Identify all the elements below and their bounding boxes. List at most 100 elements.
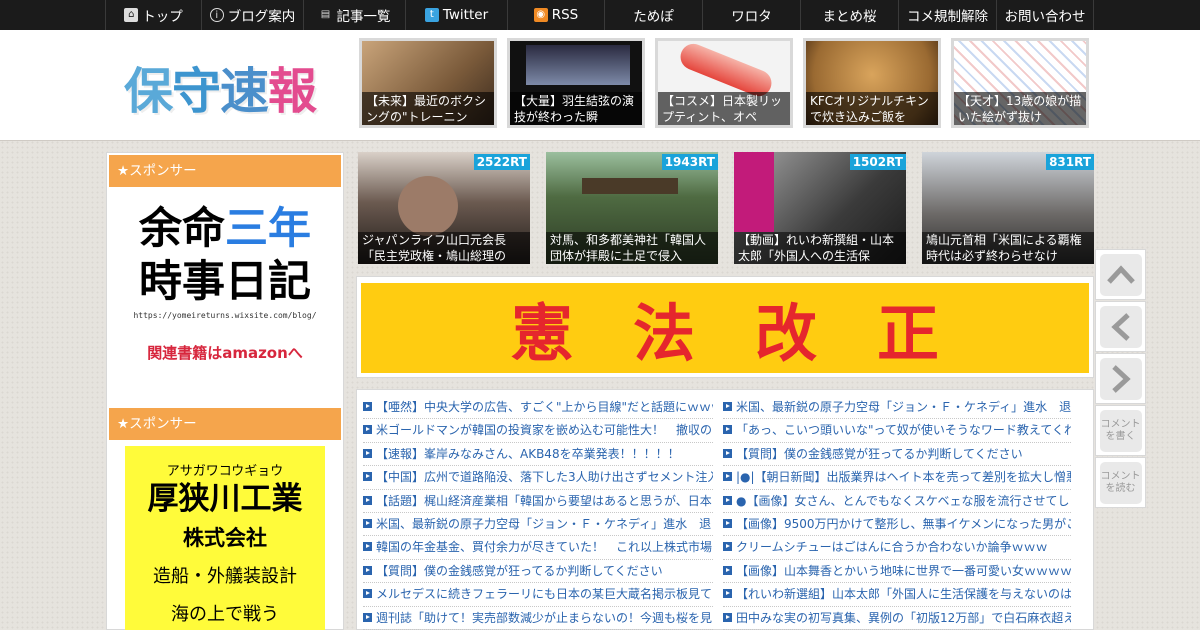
prev-article-button[interactable] <box>1095 301 1146 352</box>
nav-item-matome-sakura[interactable]: まとめ桜 <box>800 0 898 30</box>
list-item[interactable]: 【速報】峯岸みなみさん、AKB48を卒業発表！！！！！ <box>363 443 713 467</box>
bullet-arrow-icon <box>363 495 372 505</box>
thumb-caption: 【天才】13歳の娘が描いた絵がず抜け <box>954 92 1086 125</box>
nav-item-article-list[interactable]: ▤ 記事一覧 <box>303 0 405 30</box>
bullet-arrow-icon <box>363 612 372 622</box>
list-item[interactable]: 米国、最新鋭の原子力空母「ジョン・Ｆ・ケネディ」進水 退 <box>723 396 1071 420</box>
bullet-arrow-icon <box>363 589 372 599</box>
header-thumb[interactable]: KFCオリジナルチキンで炊き込みご飯を <box>803 38 941 128</box>
twitter-icon: t <box>424 8 439 22</box>
list-icon: ▤ <box>320 9 331 20</box>
bullet-arrow-icon <box>723 448 732 458</box>
thumb-caption: KFCオリジナルチキンで炊き込みご飯を <box>806 92 938 125</box>
list-item[interactable]: 【話題】梶山経済産業相「韓国から要望はあると思うが、日本 <box>363 490 713 513</box>
list-item[interactable]: 田中みな実の初写真集、異例の「初版12万部」で白石麻衣超え <box>723 607 1071 630</box>
constitution-banner[interactable]: 憲 法 改 正 <box>356 276 1094 378</box>
header-thumb[interactable]: 【大量】羽生結弦の演技が終わった瞬 <box>507 38 645 128</box>
rt-caption: 対馬、和多都美神社「韓国人団体が拝殿に土足で侵入 <box>546 232 718 264</box>
left-arrow-icon <box>1110 312 1130 341</box>
sponsor-heading: ★スポンサー <box>109 155 341 187</box>
article-list-right: 米国、最新鋭の原子力空母「ジョン・Ｆ・ケネディ」進水 退 「あっ、こいつ頭いいな… <box>723 396 1071 630</box>
thumb-caption: 【コスメ】日本製リップティント、オペ <box>658 92 790 125</box>
list-item[interactable]: 週刊誌「助けて！実売部数減少が止まらないの！今週も桜を見 <box>363 607 713 630</box>
info-icon: i <box>209 8 224 22</box>
next-article-button[interactable] <box>1095 353 1146 404</box>
bullet-arrow-icon <box>363 448 372 458</box>
site-logo[interactable]: 保守速報 <box>124 52 317 123</box>
nav-item-contact[interactable]: お問い合わせ <box>996 0 1094 30</box>
list-item[interactable]: 【れいわ新選組】山本太郎「外国人に生活保護を与えないのは <box>723 583 1071 607</box>
list-item[interactable]: 【質問】僕の金銭感覚が狂ってるか判断してください <box>363 560 713 584</box>
right-arrow-icon <box>1111 364 1131 393</box>
floating-side-buttons: コメントを書く コメントを読む <box>1095 249 1146 509</box>
rt-caption: 鳩山元首相「米国による覇権時代は必ず終わらせなけ <box>922 232 1094 264</box>
list-item[interactable]: 米国、最新鋭の原子力空母「ジョン・Ｆ・ケネディ」進水 退 <box>363 513 713 537</box>
amazon-link[interactable]: 関連書籍はamazonへ <box>125 342 325 363</box>
home-icon: ⌂ <box>124 8 139 22</box>
bullet-arrow-icon <box>363 425 372 435</box>
list-item[interactable]: ●【画像】女さん、とんでもなくスケベェな服を流行させてしま <box>723 490 1071 513</box>
scroll-top-button[interactable] <box>1095 249 1146 300</box>
header-thumb[interactable]: 【天才】13歳の娘が描いた絵がず抜け <box>951 38 1089 128</box>
sidebar: ★スポンサー 余命三年 時事日記 https://yomeireturns.wi… <box>106 152 344 630</box>
list-item[interactable]: クリームシチューはごはんに合うか合わないか論争ｗｗｗ <box>723 536 1071 560</box>
bullet-arrow-icon <box>363 542 372 552</box>
nav-item-top[interactable]: ⌂ トップ <box>105 0 201 30</box>
bullet-arrow-icon <box>723 425 732 435</box>
rt-count-badge: 831RT <box>1046 154 1094 170</box>
rt-item[interactable]: 1502RT 【動画】れいわ新撰組・山本太郎「外国人への生活保 <box>734 152 906 264</box>
header-thumb[interactable]: 【コスメ】日本製リップティント、オペ <box>655 38 793 128</box>
nav-item-tamepo[interactable]: ためぽ <box>604 0 702 30</box>
rt-item[interactable]: 1943RT 対馬、和多都美神社「韓国人団体が拝殿に土足で侵入 <box>546 152 718 264</box>
sponsor-ad-yomei[interactable]: 余命三年 時事日記 https://yomeireturns.wixsite.c… <box>125 203 325 363</box>
thumb-image <box>526 45 630 85</box>
rt-count-badge: 2522RT <box>473 154 530 170</box>
top-navigation: ⌂ トップ i ブログ案内 ▤ 記事一覧 t Twitter ◉ RSS ためぽ ワロタ … <box>0 0 1200 30</box>
rt-item[interactable]: 2522RT ジャパンライフ山口元会長「民主党政権・鳩山総理の <box>358 152 530 264</box>
list-item[interactable]: 【画像】9500万円かけて整形し、無事イケメンになった男がこ <box>723 513 1071 537</box>
list-item[interactable]: 【質問】僕の金銭感覚が狂ってるか判断してください <box>723 443 1071 467</box>
bullet-arrow-icon <box>363 402 372 411</box>
list-item[interactable]: 韓国の年金基金、買付余力が尽きていた！ これ以上株式市場 <box>363 536 713 560</box>
rt-count-badge: 1943RT <box>661 154 718 170</box>
thumb-caption: 【大量】羽生結弦の演技が終わった瞬 <box>510 92 642 125</box>
nav-item-twitter[interactable]: t Twitter <box>405 0 507 30</box>
article-list: 【唖然】中央大学の広告、すごく"上から目線"だと話題にｗｗｗ 米ゴールドマンが韓… <box>356 389 1094 630</box>
rt-caption: 【動画】れいわ新撰組・山本太郎「外国人への生活保 <box>734 232 906 264</box>
bullet-arrow-icon <box>363 518 372 528</box>
sponsor-ad-asagawa[interactable]: アサガワコウギョウ 厚狭川工業 株式会社 造船・外艤装設計 海の上で戦う <box>125 446 325 630</box>
thumb-caption: 【未来】最近のボクシングの"トレーニン <box>362 92 494 125</box>
list-item[interactable]: 【中国】広州で道路陥没、落下した3人助け出さずセメント注入 <box>363 466 713 490</box>
bullet-arrow-icon <box>723 589 732 599</box>
bullet-arrow-icon <box>723 495 732 505</box>
rt-caption: ジャパンライフ山口元会長「民主党政権・鳩山総理の <box>358 232 530 264</box>
list-item[interactable]: 米ゴールドマンが韓国の投資家を嵌め込む可能性大！ 撤収の <box>363 419 713 443</box>
article-list-left: 【唖然】中央大学の広告、すごく"上から目線"だと話題にｗｗｗ 米ゴールドマンが韓… <box>363 396 713 630</box>
list-item[interactable]: |●|【朝日新聞】出版業界はヘイト本を売って差別を拡大し憎悪 <box>723 466 1071 490</box>
list-item[interactable]: メルセデスに続きフェラーリにも日本の某巨大蔵名掲示板見て <box>363 583 713 607</box>
rt-count-badge: 1502RT <box>849 154 906 170</box>
sponsor-heading: ★スポンサー <box>109 408 341 440</box>
write-comment-button[interactable]: コメントを書く <box>1095 405 1146 456</box>
rt-item[interactable]: 831RT 鳩山元首相「米国による覇権時代は必ず終わらせなけ <box>922 152 1094 264</box>
nav-item-rss[interactable]: ◉ RSS <box>507 0 604 30</box>
nav-item-comment-unblock[interactable]: コメ規制解除 <box>898 0 996 30</box>
list-item[interactable]: 【画像】山本舞香とかいう地味に世界で一番可愛い女ｗｗｗｗ <box>723 560 1071 584</box>
bullet-arrow-icon <box>723 472 732 482</box>
rss-icon: ◉ <box>533 8 548 22</box>
header-thumb[interactable]: 【未来】最近のボクシングの"トレーニン <box>359 38 497 128</box>
bullet-arrow-icon <box>363 472 372 482</box>
bullet-arrow-icon <box>723 518 732 528</box>
up-arrow-icon <box>1106 264 1135 284</box>
nav-item-warota[interactable]: ワロタ <box>702 0 800 30</box>
bullet-arrow-icon <box>363 565 372 575</box>
bullet-arrow-icon <box>723 565 732 575</box>
list-item[interactable]: 「あっ、こいつ頭いいな"って奴が使いそうなワード教えてくれ <box>723 419 1071 443</box>
read-comment-button[interactable]: コメントを読む <box>1095 457 1146 508</box>
site-header: 保守速報 【未来】最近のボクシングの"トレーニン 【大量】羽生結弦の演技が終わっ… <box>0 30 1200 141</box>
bullet-arrow-icon <box>723 402 732 411</box>
bullet-arrow-icon <box>723 542 732 552</box>
nav-item-blog-guide[interactable]: i ブログ案内 <box>201 0 303 30</box>
bullet-arrow-icon <box>723 612 732 622</box>
list-item[interactable]: 【唖然】中央大学の広告、すごく"上から目線"だと話題にｗｗｗ <box>363 396 713 420</box>
